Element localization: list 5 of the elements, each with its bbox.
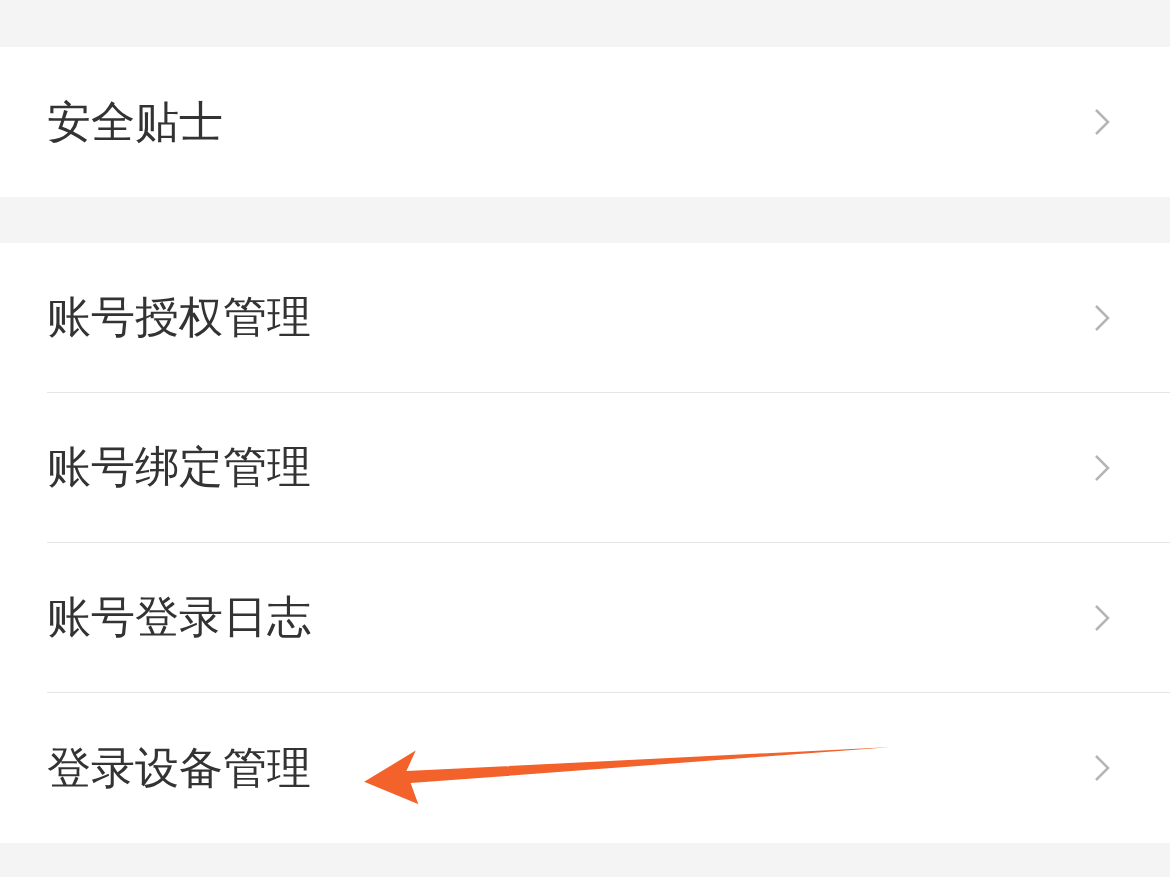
- chevron-icon: [1094, 303, 1110, 332]
- chevron-icon: [1094, 754, 1110, 782]
- chevron-icon: [1094, 603, 1110, 632]
- chevron-icon: [1094, 108, 1110, 136]
- chevron-icon: [1094, 453, 1110, 482]
